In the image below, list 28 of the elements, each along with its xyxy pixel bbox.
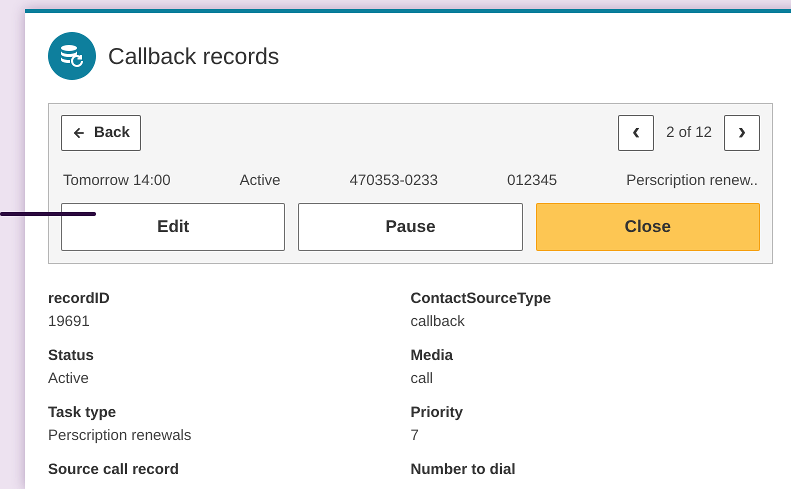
- field-label: Media: [410, 346, 454, 366]
- back-button[interactable]: Back: [61, 115, 141, 151]
- summary-value: Tomorrow 14:00: [63, 171, 171, 191]
- previous-button[interactable]: ‹: [618, 115, 654, 151]
- field-label: recordID: [48, 288, 111, 308]
- window-title: Callback records: [108, 42, 280, 71]
- field-label: Status: [48, 346, 95, 366]
- field-value: 7: [410, 426, 420, 446]
- field-label: Priority: [410, 402, 464, 422]
- field-label: Source call record: [48, 460, 180, 480]
- field-label: ContactSourceType: [410, 288, 552, 308]
- field-value: 19691: [48, 312, 91, 332]
- database-refresh-icon: [48, 32, 96, 80]
- next-button[interactable]: ›: [724, 115, 760, 151]
- action-button[interactable]: Pause: [298, 202, 523, 250]
- action-button[interactable]: Edit: [61, 202, 286, 250]
- field-value: callback: [410, 312, 466, 332]
- summary-value: 012345: [507, 171, 558, 191]
- summary-value: Perscription renew..: [626, 171, 758, 191]
- page-position: 2 of 12: [666, 122, 712, 143]
- summary-value: 470353-0233: [350, 171, 438, 191]
- field-label: Number to dial: [410, 460, 517, 480]
- field-value: Active: [48, 368, 90, 388]
- action-button[interactable]: Close: [536, 202, 760, 250]
- field-value: Perscription renewals: [48, 426, 192, 446]
- field-label: Task type: [48, 402, 118, 422]
- summary-value: Active: [240, 171, 280, 191]
- field-value: call: [410, 368, 434, 388]
